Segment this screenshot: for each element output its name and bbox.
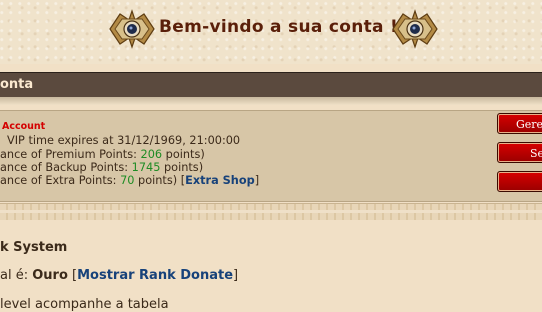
section-title: onta bbox=[0, 77, 34, 92]
rank-open-bracket: [ bbox=[67, 268, 78, 283]
extra-points-line: ance of Extra Points: 70 points) [Extra … bbox=[0, 174, 259, 187]
premium-points-prefix: ance of Premium Points: bbox=[0, 148, 141, 161]
premium-points-suffix: points) bbox=[162, 148, 205, 161]
rank-level-prefix: al é: bbox=[0, 268, 33, 283]
shield-emblem-icon bbox=[109, 9, 155, 49]
ornate-divider bbox=[0, 203, 542, 221]
backup-points-suffix: points) bbox=[160, 161, 204, 174]
premium-points-line: ance of Premium Points: 206 points) bbox=[0, 148, 205, 161]
account-label: Account bbox=[2, 121, 46, 132]
section-bar-shadow bbox=[0, 97, 542, 105]
rank-section-title: k System bbox=[0, 240, 68, 255]
rank-section: k System al é: Ouro [Mostrar Rank Donate… bbox=[0, 220, 542, 312]
rank-close-bracket: ] bbox=[233, 268, 239, 283]
backup-points-prefix: ance of Backup Points: bbox=[0, 161, 132, 174]
account-panel: Account VIP time expires at 31/12/1969, … bbox=[0, 110, 542, 202]
show-rank-donate-link[interactable]: Mostrar Rank Donate bbox=[77, 268, 233, 283]
backup-points-value: 1745 bbox=[131, 161, 161, 174]
rank-level-value: Ouro bbox=[32, 268, 68, 283]
extra-points-value: 70 bbox=[120, 174, 135, 187]
section-header-bar: onta bbox=[0, 72, 542, 98]
third-action-button[interactable] bbox=[497, 171, 542, 192]
premium-points-value: 206 bbox=[140, 148, 163, 161]
rank-level-line: al é: Ouro [Mostrar Rank Donate] bbox=[0, 268, 238, 283]
extra-shop-link[interactable]: Extra Shop bbox=[185, 174, 255, 187]
shield-emblem-icon bbox=[392, 9, 438, 49]
extra-points-prefix: ance of Extra Points: bbox=[0, 174, 121, 187]
header-banner: Bem-vindo a sua conta ! bbox=[0, 0, 542, 64]
extra-points-close: ] bbox=[254, 174, 260, 187]
vip-status-text: VIP time expires at 31/12/1969, 21:00:00 bbox=[7, 134, 241, 147]
second-action-button[interactable]: Se bbox=[497, 142, 542, 163]
backup-points-line: ance of Backup Points: 1745 points) bbox=[0, 161, 203, 174]
extra-points-suffix: points) [ bbox=[134, 174, 186, 187]
page-title: Bem-vindo a sua conta ! bbox=[159, 17, 399, 37]
manage-account-button[interactable]: Geren bbox=[497, 113, 542, 134]
